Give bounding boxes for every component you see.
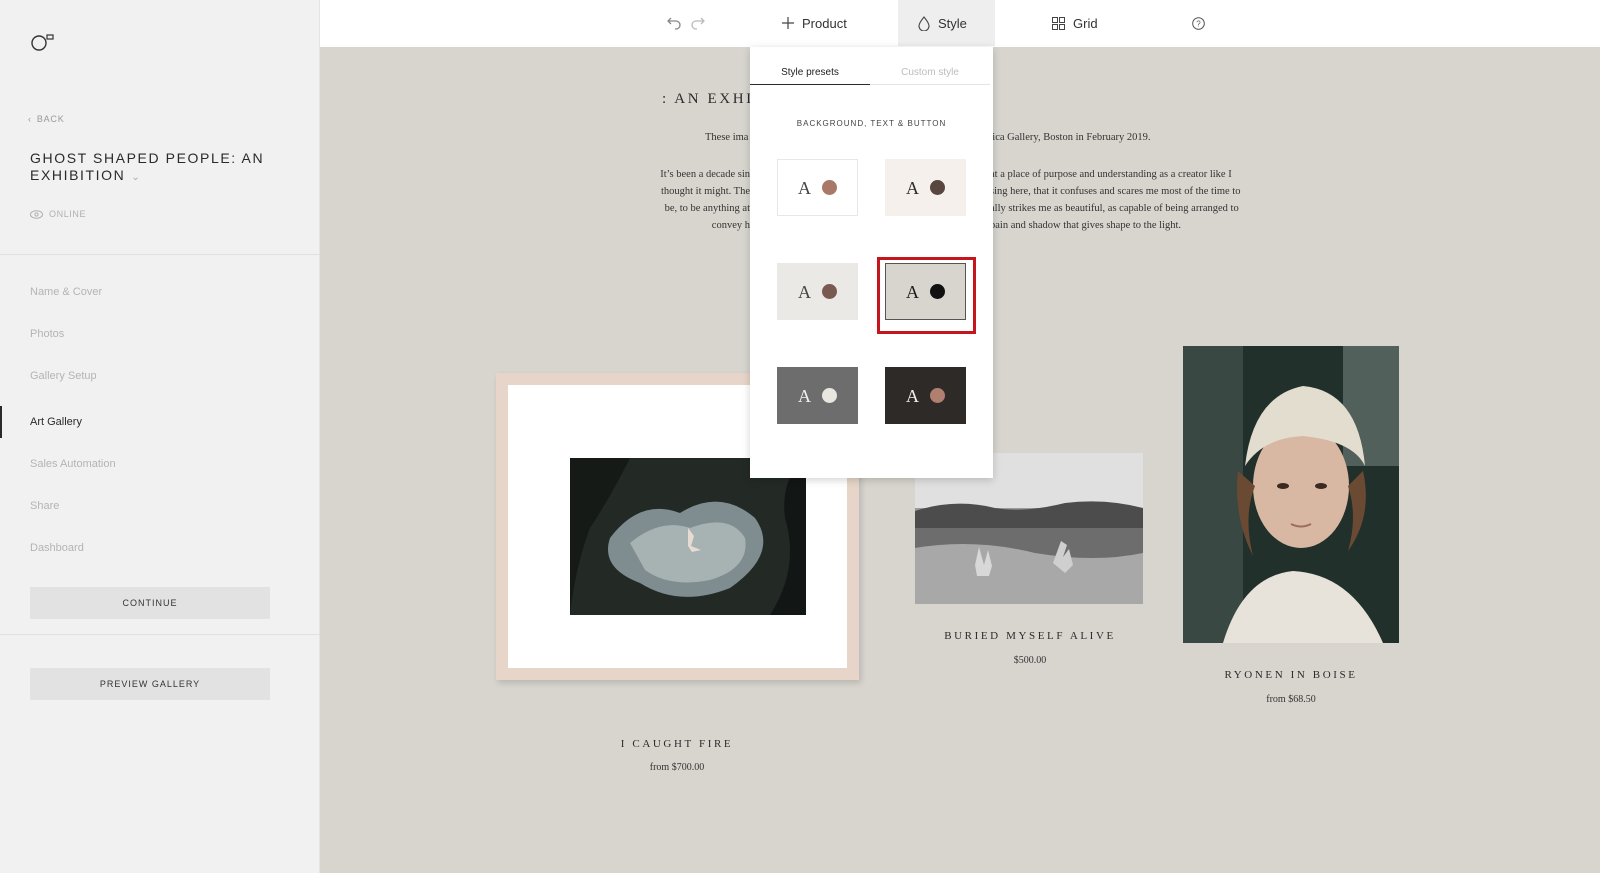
- style-preset-5[interactable]: A: [777, 367, 858, 424]
- nav-share[interactable]: Share: [30, 500, 59, 512]
- undo-icon[interactable]: [666, 14, 682, 30]
- chevron-left-icon: ‹: [28, 114, 32, 124]
- nav-gallery-setup[interactable]: Gallery Setup: [30, 370, 97, 382]
- status-indicator: ONLINE: [30, 209, 86, 219]
- paragraph-line: It’s been a decade sin: [660, 169, 750, 180]
- paragraph-line: sing here, that it confuses and scares m…: [990, 186, 1241, 197]
- style-preset-2[interactable]: A: [885, 159, 966, 216]
- paragraph-line: thought it might. The: [660, 186, 750, 197]
- paragraph-line: pain and shadow that gives shape to the …: [990, 220, 1182, 231]
- style-button[interactable]: Style: [898, 0, 995, 46]
- back-link[interactable]: ‹ BACK: [28, 114, 65, 124]
- grid-button[interactable]: Grid: [1052, 0, 1098, 46]
- paragraph-line: be, to be anything at: [664, 203, 750, 214]
- preset-letter: A: [798, 281, 811, 302]
- product-button[interactable]: Product: [782, 0, 847, 46]
- preset-color-dot: [822, 388, 837, 403]
- nav-name-cover[interactable]: Name & Cover: [30, 286, 102, 298]
- status-label: ONLINE: [49, 209, 87, 219]
- paragraph-line: at a place of purpose and understanding …: [990, 169, 1232, 180]
- preset-color-dot: [930, 388, 945, 403]
- divider: [0, 254, 320, 255]
- preset-color-dot: [930, 180, 945, 195]
- gallery-title-text: GHOST SHAPED PEOPLE: AN EXHIBITION: [30, 150, 265, 183]
- artwork-title[interactable]: BURIED MYSELF ALIVE: [930, 630, 1130, 642]
- nav-art-gallery[interactable]: Art Gallery: [30, 416, 82, 428]
- style-preset-6[interactable]: A: [885, 367, 966, 424]
- preset-letter: A: [798, 385, 811, 406]
- top-toolbar: Product Style Grid ?: [320, 0, 1600, 47]
- style-label: Style: [938, 15, 967, 31]
- preset-letter: A: [906, 177, 919, 198]
- intro-text-left: These ima: [705, 132, 749, 143]
- tab-custom-style[interactable]: Custom style: [870, 67, 990, 85]
- droplet-icon: [918, 15, 930, 31]
- artwork-title[interactable]: I CAUGHT FIRE: [602, 738, 752, 750]
- svg-text:?: ?: [1196, 20, 1201, 29]
- back-label: BACK: [36, 114, 65, 124]
- redo-icon[interactable]: [690, 14, 706, 30]
- artwork-price: $500.00: [1013, 655, 1047, 666]
- preview-gallery-button[interactable]: PREVIEW GALLERY: [30, 668, 270, 700]
- artwork-photo-ryonen-in-boise[interactable]: [1183, 346, 1399, 643]
- divider: [0, 634, 320, 635]
- artwork-title[interactable]: RYONEN IN BOISE: [1191, 669, 1391, 681]
- grid-label: Grid: [1073, 15, 1098, 31]
- artwork-price: from $700.00: [649, 762, 705, 773]
- nav-photos[interactable]: Photos: [30, 328, 64, 340]
- paragraph-line: ally strikes me as beautiful, as capable…: [990, 203, 1239, 214]
- gallery-title[interactable]: GHOST SHAPED PEOPLE: AN EXHIBITION ⌄: [30, 150, 290, 186]
- product-label: Product: [802, 15, 847, 31]
- artwork-price: from $68.50: [1266, 694, 1316, 705]
- sidebar: ‹ BACK GHOST SHAPED PEOPLE: AN EXHIBITIO…: [0, 0, 320, 873]
- preset-letter: A: [906, 385, 919, 406]
- nav-sales-automation[interactable]: Sales Automation: [30, 458, 116, 470]
- paragraph-line: convey h: [711, 220, 750, 231]
- help-icon[interactable]: ?: [1192, 17, 1205, 30]
- plus-icon: [782, 17, 794, 29]
- eye-icon: [30, 209, 43, 219]
- artwork-photo-i-caught-fire: [570, 458, 806, 615]
- section-label: BACKGROUND, TEXT & BUTTON: [796, 119, 947, 128]
- preset-color-dot: [822, 180, 837, 195]
- style-preset-1[interactable]: A: [777, 159, 858, 216]
- style-preset-3[interactable]: A: [777, 263, 858, 320]
- paragraph-left: It’s been a decade sin thought it might.…: [630, 166, 750, 234]
- grid-icon: [1052, 16, 1065, 30]
- active-nav-indicator: [0, 406, 2, 438]
- paragraph-right: at a place of purpose and understanding …: [990, 166, 1290, 234]
- nav-dashboard[interactable]: Dashboard: [30, 542, 84, 554]
- preset-color-dot: [822, 284, 837, 299]
- selected-preset-highlight: [877, 257, 976, 334]
- logo-icon[interactable]: [30, 32, 56, 52]
- preset-letter: A: [798, 177, 811, 198]
- continue-button[interactable]: CONTINUE: [30, 587, 270, 619]
- tab-style-presets[interactable]: Style presets: [750, 67, 870, 85]
- chevron-down-icon: ⌄: [131, 172, 142, 183]
